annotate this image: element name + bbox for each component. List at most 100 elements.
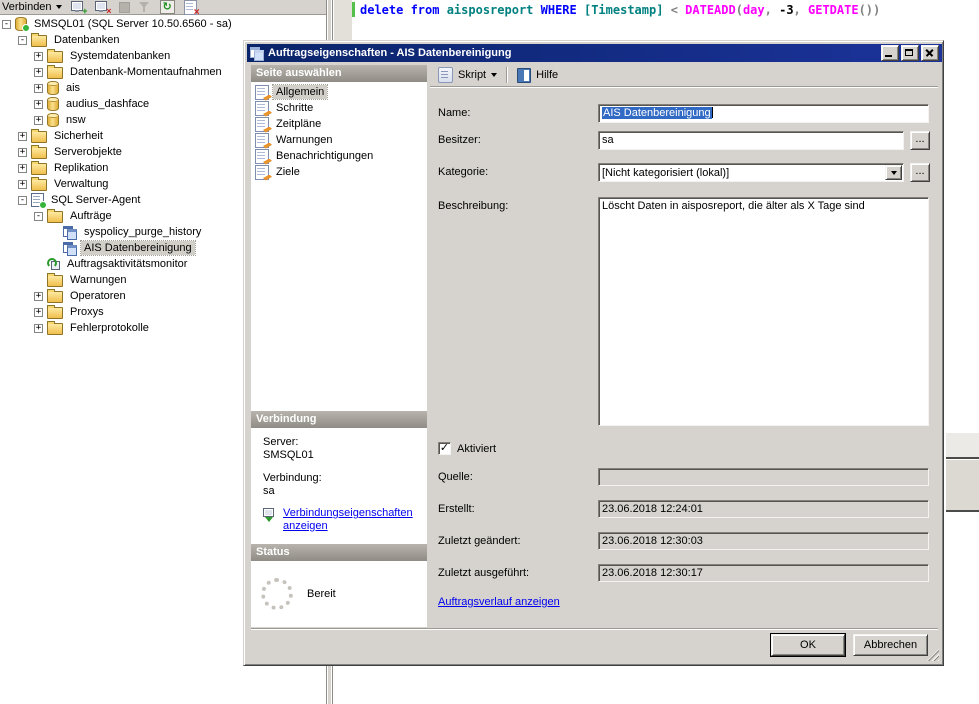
description-label: Beschreibung: [438, 200, 508, 212]
resize-grip[interactable] [927, 649, 939, 661]
folder-icon [31, 35, 47, 47]
minus-expander-icon[interactable]: - [34, 212, 43, 221]
connect-dropdown-button[interactable]: Verbinden [2, 1, 62, 13]
sql-text[interactable]: delete from aisposreport WHERE [Timestam… [360, 3, 880, 17]
plus-expander-icon[interactable]: + [34, 324, 43, 333]
description-textarea[interactable]: Löscht Daten in aisposreport, die älter … [598, 197, 929, 426]
owner-browse-button[interactable]: ... [910, 131, 930, 150]
tree-item-label[interactable]: Aufträge [67, 209, 115, 223]
tree-item-label[interactable]: Fehlerprotokolle [67, 321, 152, 335]
tree-item-label[interactable]: audius_dashface [63, 97, 152, 111]
folder-icon [47, 275, 63, 287]
connection-value: sa [263, 485, 421, 498]
page-item-label[interactable]: Benachrichtigungen [273, 149, 376, 163]
plus-expander-icon[interactable]: + [34, 116, 43, 125]
tree-item-label[interactable]: Verwaltung [51, 177, 111, 191]
owner-input[interactable]: sa [598, 131, 904, 150]
tree-item-label[interactable]: Warnungen [67, 273, 129, 287]
last-executed-field: 23.06.2018 12:30:17 [598, 564, 929, 582]
folder-icon [47, 291, 63, 303]
page-item-zeitpläne[interactable]: Zeitpläne [251, 116, 427, 132]
view-connection-properties-link[interactable]: Verbindungseigenschaften anzeigen [283, 507, 421, 533]
plus-expander-icon[interactable]: + [34, 84, 43, 93]
plus-expander-icon[interactable]: + [18, 132, 27, 141]
close-button[interactable] [921, 45, 939, 61]
folder-icon [47, 51, 63, 63]
page-item-allgemein[interactable]: Allgemein [251, 84, 427, 100]
plus-expander-icon[interactable]: + [34, 52, 43, 61]
change-tracking-bar [352, 2, 355, 17]
combo-arrow-icon[interactable] [885, 165, 902, 180]
object-explorer-toolbar: Verbinden + × ↻ [0, 0, 326, 15]
tree-item[interactable]: - SMSQL01 (SQL Server 10.50.6560 - sa) [0, 16, 326, 32]
page-item-benachrichtigungen[interactable]: Benachrichtigungen [251, 148, 427, 164]
connect-icon[interactable]: + [71, 1, 86, 13]
tree-item-label[interactable]: nsw [63, 113, 89, 127]
tree-item-label[interactable]: Operatoren [67, 289, 129, 303]
tree-item-label[interactable]: ais [63, 81, 83, 95]
script-delete-icon[interactable] [184, 0, 197, 15]
minus-expander-icon[interactable]: - [18, 36, 27, 45]
tree-item-label[interactable]: SQL Server-Agent [48, 193, 143, 207]
ok-button[interactable]: OK [771, 634, 845, 656]
name-label: Name: [438, 107, 470, 119]
page-item-label[interactable]: Warnungen [273, 133, 335, 147]
toolbar-separator [506, 67, 508, 83]
plus-expander-icon[interactable]: + [34, 292, 43, 301]
enabled-checkbox-label: Aktiviert [457, 443, 496, 455]
category-browse-button[interactable]: ... [910, 163, 930, 182]
tree-item-label[interactable]: Sicherheit [51, 129, 106, 143]
status-header: Status [251, 544, 427, 561]
tree-item-label[interactable]: Datenbank-Momentaufnahmen [67, 65, 225, 79]
minus-expander-icon[interactable]: - [18, 196, 27, 205]
minimize-button[interactable] [881, 45, 899, 61]
created-label: Erstellt: [438, 503, 475, 515]
background-window-fragment [946, 433, 979, 459]
minus-expander-icon[interactable]: - [2, 20, 11, 29]
plus-expander-icon[interactable]: + [34, 308, 43, 317]
page-item-label[interactable]: Ziele [273, 165, 303, 179]
folder-icon [47, 67, 63, 79]
tree-item-label[interactable]: Serverobjekte [51, 145, 125, 159]
page-item-label[interactable]: Schritte [273, 101, 316, 115]
last-executed-label: Zuletzt ausgeführt: [438, 567, 529, 579]
category-select[interactable]: [Nicht kategorisiert (lokal)] [598, 163, 904, 182]
page-item-label[interactable]: Zeitpläne [273, 117, 324, 131]
name-input[interactable]: AIS Datenbereinigung [598, 104, 929, 123]
tree-item-label[interactable]: Datenbanken [51, 33, 122, 47]
maximize-button[interactable] [901, 45, 919, 61]
connection-panel: Server: SMSQL01 Verbindung: sa Verbindun… [251, 428, 427, 544]
page-item-ziele[interactable]: Ziele [251, 164, 427, 180]
folder-icon [31, 131, 47, 143]
folder-icon [47, 307, 63, 319]
tree-item-label[interactable]: Systemdatenbanken [67, 49, 173, 63]
plus-expander-icon[interactable]: + [34, 68, 43, 77]
plus-expander-icon[interactable]: + [18, 148, 27, 157]
chevron-down-icon[interactable] [491, 73, 497, 77]
page-item-schritte[interactable]: Schritte [251, 100, 427, 116]
refresh-icon[interactable]: ↻ [160, 0, 175, 14]
plus-expander-icon[interactable]: + [34, 100, 43, 109]
disconnect-icon[interactable]: × [95, 1, 110, 13]
tree-item-label[interactable]: Proxys [67, 305, 107, 319]
tree-item-label[interactable]: Auftragsaktivitätsmonitor [64, 257, 190, 271]
page-item-warnungen[interactable]: Warnungen [251, 132, 427, 148]
tree-item-label[interactable]: Replikation [51, 161, 111, 175]
plus-expander-icon[interactable]: + [18, 180, 27, 189]
cancel-button[interactable]: Abbrechen [853, 634, 928, 656]
dialog-titlebar[interactable]: Auftragseigenschaften - AIS Datenbereini… [247, 44, 942, 62]
background-window-fragment [946, 459, 979, 512]
view-job-history-link[interactable]: Auftragsverlauf anzeigen [438, 596, 560, 608]
tree-item-label[interactable]: SMSQL01 (SQL Server 10.50.6560 - sa) [31, 17, 235, 31]
toolbar-divider [430, 86, 938, 88]
script-button[interactable]: Skript [458, 69, 486, 81]
plus-expander-icon[interactable]: + [18, 164, 27, 173]
select-page-list: Allgemein Schritte Zeitpläne Warnungen Benac… [251, 82, 427, 411]
tree-item-label[interactable]: syspolicy_purge_history [81, 225, 204, 239]
tree-item-label[interactable]: AIS Datenbereinigung [81, 241, 195, 255]
server-label: Server: [263, 436, 421, 449]
help-button[interactable]: Hilfe [536, 69, 558, 81]
status-text: Bereit [307, 588, 336, 600]
page-item-label[interactable]: Allgemein [273, 85, 327, 99]
enabled-checkbox[interactable] [438, 442, 451, 455]
